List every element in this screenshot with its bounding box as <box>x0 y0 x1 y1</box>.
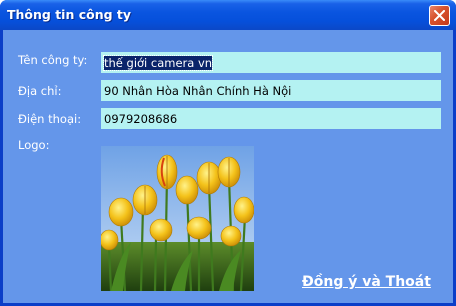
phone-label: Điện thoại: <box>18 112 82 126</box>
logo-label: Logo: <box>18 138 50 152</box>
address-label: Địa chỉ: <box>18 84 62 98</box>
company-name-field[interactable]: thế giới camera vn <box>101 52 441 73</box>
logo-image[interactable] <box>101 146 254 291</box>
close-button[interactable] <box>429 5 450 26</box>
company-info-window: Thông tin công ty Tên công ty: thế giới … <box>0 0 456 306</box>
address-field[interactable]: 90 Nhân Hòa Nhân Chính Hà Nội <box>101 80 441 101</box>
close-icon <box>434 10 445 21</box>
company-name-value: thế giới camera vn <box>102 55 214 71</box>
confirm-and-exit-link[interactable]: Đồng ý và Thoát <box>302 274 431 290</box>
title-bar[interactable]: Thông tin công ty <box>0 0 456 30</box>
window-title: Thông tin công ty <box>7 7 132 22</box>
company-name-label: Tên công ty: <box>18 53 88 67</box>
phone-field[interactable]: 0979208686 <box>101 108 441 129</box>
dialog-body: Tên công ty: thế giới camera vn Địa chỉ:… <box>3 30 453 303</box>
